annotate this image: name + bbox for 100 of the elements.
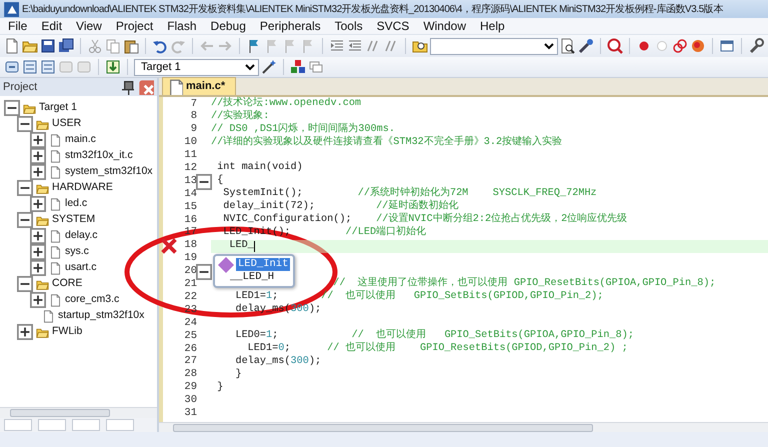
menu-item[interactable]: Help [474,17,513,35]
line-number: 16 [183,212,197,227]
file-icon [42,310,55,322]
code-line: SystemInit(); //系统时钟初始化为72M SYSCLK_FREQ_72MHz [222,188,597,200]
code-line: delay_ms(300); [234,356,322,368]
code-line: // 这里使用了位带操作，也可以使用 GPIO_ResetBits(GPIOA,GPIO_Pin_8); [332,278,716,290]
horizontal-scrollbar[interactable] [0,407,157,418]
debug-search-icon[interactable] [607,38,623,54]
tree-item[interactable]: startup_stm32f10x [58,308,144,324]
options-icon[interactable] [261,59,277,75]
menu-item[interactable]: Debug [204,17,254,35]
line-number: 27 [183,354,197,369]
line-number: 9 [190,122,197,137]
expand-toggle-icon[interactable] [30,244,46,260]
tree-item[interactable]: usart.c [65,260,97,276]
line-number: 15 [183,200,197,215]
line-number: 11 [183,148,197,163]
build-icon[interactable] [22,59,38,75]
undo-icon[interactable] [152,38,168,54]
translate-icon[interactable] [4,59,20,75]
tree-item[interactable]: delay.c [65,228,98,244]
save-all-icon[interactable] [58,38,74,54]
line-number: 29 [183,380,197,395]
tree-item[interactable]: stm32f10x_it.c [65,148,133,164]
code-line: //技术论坛:www.openedv.com [211,98,362,110]
file-icon [49,198,62,210]
file-tab[interactable]: main.c* [162,77,236,95]
menu-item[interactable]: Edit [35,17,70,35]
settings-icon[interactable] [748,38,764,54]
menu-item[interactable]: Tools [328,17,371,35]
line-number: 31 [183,406,197,421]
new-file-icon[interactable] [4,38,20,54]
code-line: } [234,368,242,382]
file-icon [49,230,62,242]
page-search-icon[interactable] [560,38,576,54]
line-number: 7 [190,96,197,111]
expand-toggle-icon[interactable] [17,324,33,340]
file-icon [49,262,62,274]
menu-item[interactable]: View [70,17,110,35]
fold-toggle-icon[interactable] [196,174,212,190]
menu-item[interactable]: Project [110,17,162,35]
breakpoints-icon[interactable] [672,38,688,54]
components-icon[interactable] [290,59,306,75]
target-select[interactable]: Target 1 [134,58,259,76]
collapse-toggle-icon[interactable] [17,116,33,132]
line-number: 24 [183,316,197,331]
line-number: 12 [183,161,197,176]
tree-item[interactable]: SYSTEM [52,212,96,228]
line-number: 18 [183,238,197,253]
code-line: } [216,382,224,394]
expand-toggle-icon[interactable] [30,132,46,148]
save-icon[interactable] [40,38,56,54]
menu-item[interactable]: SVCS [370,17,418,35]
expand-toggle-icon[interactable] [30,164,46,180]
tree-item[interactable]: led.c [65,196,88,212]
file-icon [49,150,62,162]
collapse-toggle-icon[interactable] [17,180,33,196]
tree-item[interactable]: CORE [52,276,82,292]
code-line: LED_ [228,240,254,253]
expand-toggle-icon[interactable] [30,292,46,308]
line-number: 14 [183,186,197,202]
window-select-icon[interactable] [719,38,735,54]
code-line: int main(void) [216,162,303,174]
tree-item[interactable]: sys.c [65,244,89,260]
horizontal-scrollbar[interactable] [159,422,768,432]
tree-item[interactable]: USER [52,116,82,132]
cut-icon[interactable] [87,38,103,54]
suggestion-item[interactable]: LED_Init [236,258,290,271]
menu-item[interactable]: File [2,17,36,35]
code-line: LED0=1; // 也可以使用 GPIO_SetBits(GPIOA,GPIO_Pin_8); [234,330,634,342]
suggestion-item[interactable]: __LED_H [228,271,276,284]
paste-icon[interactable] [123,38,139,54]
menu-item[interactable]: Window [417,17,474,35]
file-icon [167,78,183,94]
expand-toggle-icon[interactable] [30,260,46,276]
tree-item[interactable]: main.c [65,132,96,148]
line-number: 10 [183,135,197,150]
download-icon[interactable] [105,59,121,75]
menu-item[interactable]: Peripherals [254,17,329,35]
line-number: 17 [183,225,197,240]
code-line: //详细的实验现象以及硬件连接请查看《STM32不完全手册》3.2按键输入实验 [211,136,562,150]
rebuild-icon[interactable] [40,59,56,75]
tree-item[interactable]: HARDWARE [52,180,113,196]
code-line: { [216,175,224,188]
tree-item[interactable]: core_cm3.c [65,292,120,308]
tree-item[interactable]: FWLib [52,324,82,340]
file-icon [49,246,62,258]
collapse-toggle-icon[interactable] [17,276,33,292]
expand-toggle-icon[interactable] [30,148,46,164]
diamond-icon [218,256,234,272]
collapse-toggle-icon[interactable] [17,212,33,228]
tree-item[interactable]: Target 1 [39,100,77,116]
menu-item[interactable]: Flash [161,17,205,35]
tree-item[interactable]: system_stm32f10x [65,164,153,180]
fold-toggle-icon[interactable] [196,264,212,280]
collapse-toggle-icon[interactable] [4,100,20,116]
expand-toggle-icon[interactable] [30,196,46,212]
breakpoint-icon[interactable] [690,38,706,54]
file-icon [49,294,62,306]
expand-toggle-icon[interactable] [30,228,46,244]
